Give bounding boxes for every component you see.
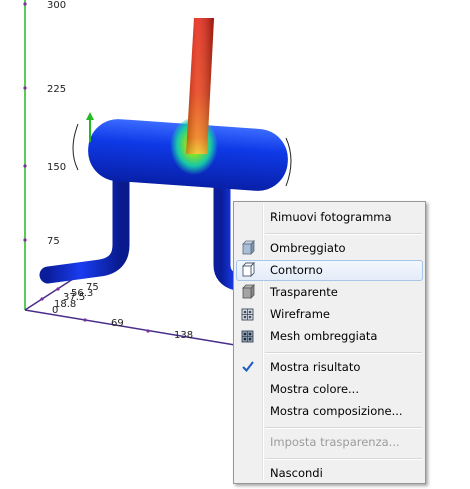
menu-item-wireframe[interactable]: Wireframe xyxy=(236,304,423,325)
z-axis-label-150: 150 xyxy=(47,162,66,173)
z-axis-label-75: 75 xyxy=(47,236,60,247)
z-axis-label-300: 300 xyxy=(47,0,66,11)
menu-item-label: Mostra composizione... xyxy=(270,404,403,418)
menu-item-label: Imposta trasparenza... xyxy=(270,435,400,449)
menu-item-label: Rimuovi fotogramma xyxy=(270,210,392,224)
menu-item-contorno[interactable]: Contorno xyxy=(236,260,423,281)
menu-item-imposta-trasparenza: Imposta trasparenza... xyxy=(236,432,423,453)
menu-item-rimuovi-fotogramma[interactable]: Rimuovi fotogramma xyxy=(236,207,423,228)
transparent-cube-icon xyxy=(242,284,255,299)
menu-item-ombreggiato[interactable]: Ombreggiato xyxy=(236,238,423,259)
menu-item-mesh-ombreggiata[interactable]: Mesh ombreggiata xyxy=(236,326,423,347)
menu-item-mostra-composizione[interactable]: Mostra composizione... xyxy=(236,401,423,422)
selection-bracket-left xyxy=(72,123,79,171)
menu-item-trasparente[interactable]: Trasparente xyxy=(236,282,423,303)
menu-item-label: Mesh ombreggiata xyxy=(270,329,378,343)
shaded-cube-icon xyxy=(242,240,255,255)
outline-cube-icon xyxy=(241,262,256,278)
menu-item-mostra-risultato[interactable]: Mostra risultato xyxy=(236,357,423,378)
menu-item-label: Ombreggiato xyxy=(270,241,346,255)
menu-separator xyxy=(265,458,422,460)
menu-separator xyxy=(265,427,422,429)
menu-item-label: Nascondi xyxy=(270,466,323,480)
menu-separator xyxy=(265,352,422,354)
menu-item-mostra-colore[interactable]: Mostra colore... xyxy=(236,379,423,400)
x-axis-label-138: 138 xyxy=(174,330,193,341)
menu-item-nascondi[interactable]: Nascondi xyxy=(236,463,423,484)
wireframe-cube-icon xyxy=(241,308,254,321)
menu-item-label: Mostra colore... xyxy=(270,382,359,396)
origin-label: 0 xyxy=(52,305,58,316)
z-axis-label-225: 225 xyxy=(47,84,66,95)
menu-item-label: Trasparente xyxy=(270,285,338,299)
x-axis-label-69: 69 xyxy=(111,318,124,329)
checkmark-icon xyxy=(242,361,254,373)
menu-separator xyxy=(265,233,422,235)
menu-item-label: Wireframe xyxy=(270,307,330,321)
menu-item-label: Contorno xyxy=(270,263,323,277)
shaded-mesh-icon xyxy=(241,330,254,343)
context-menu: Rimuovi fotogramma Ombreggiato Contorno … xyxy=(233,201,426,484)
menu-item-label: Mostra risultato xyxy=(270,360,361,374)
pipe-leg-left xyxy=(39,159,130,284)
